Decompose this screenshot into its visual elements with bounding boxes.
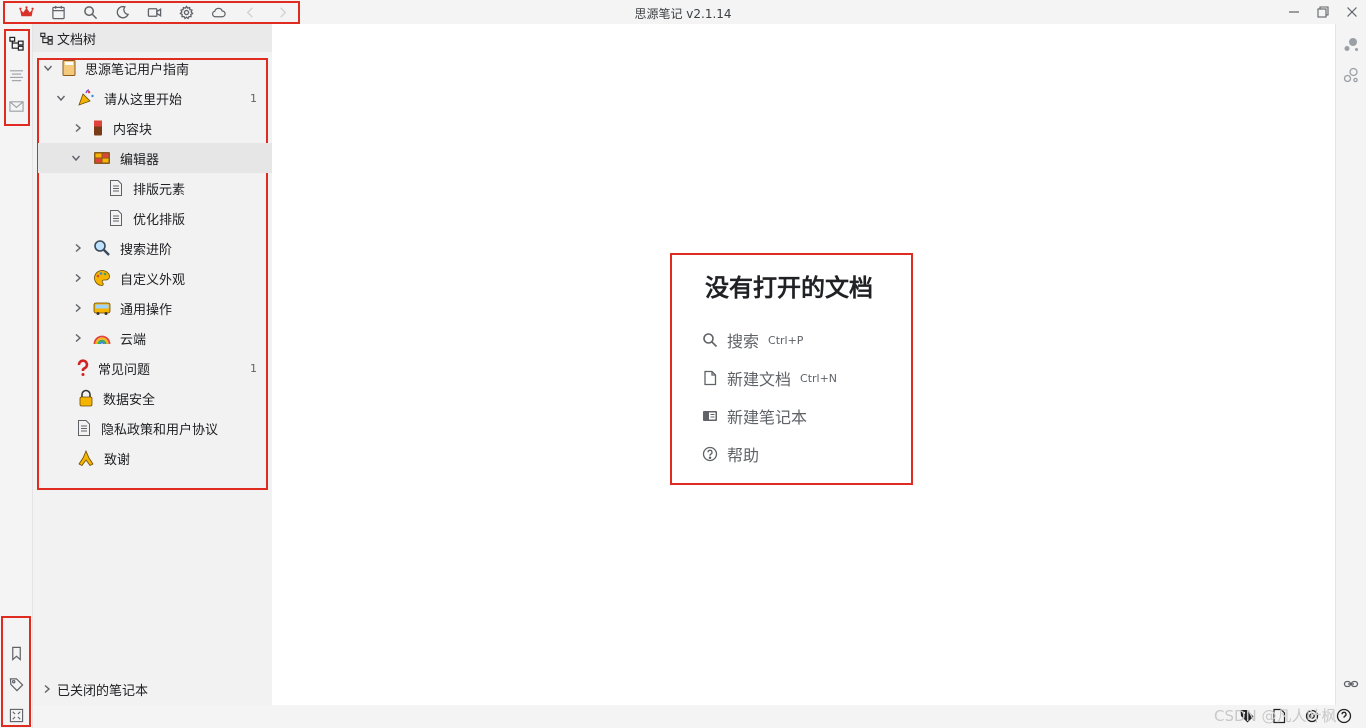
graph-view-icon[interactable] <box>1340 33 1362 55</box>
empty-state: 没有打开的文档 搜索 Ctrl+P 新建文档 Ctrl+N 新建笔记本 帮助 <box>670 253 913 485</box>
tree-item-label: 搜索进阶 <box>120 242 173 258</box>
panel-header: 文档树 <box>33 24 272 52</box>
minimize-icon[interactable] <box>1279 0 1308 24</box>
graph-icon[interactable] <box>5 704 27 726</box>
window-title: 思源笔记 v2.1.14 <box>634 7 732 21</box>
notebook-row[interactable]: 思源笔记用户指南 <box>38 53 272 83</box>
search-icon <box>703 333 718 348</box>
bus-icon <box>92 298 112 318</box>
chevron-right-icon[interactable] <box>72 242 84 254</box>
tree-item-label: 致谢 <box>104 452 131 468</box>
tag-icon[interactable] <box>5 673 27 695</box>
file-tree-header-icon <box>40 32 53 45</box>
tree-item[interactable]: 请从这里开始 1 <box>38 83 272 113</box>
notebook-label: 思源笔记用户指南 <box>85 62 190 78</box>
panel-title: 文档树 <box>57 32 97 48</box>
tree-item-label: 优化排版 <box>133 212 186 228</box>
inbox-icon[interactable] <box>5 95 27 117</box>
tree-item[interactable]: 排版元素 <box>38 173 272 203</box>
new-doc-action[interactable]: 新建文档 Ctrl+N <box>702 366 837 390</box>
right-dock <box>1335 24 1366 705</box>
file-tree-icon[interactable] <box>5 32 27 54</box>
backlink-icon[interactable] <box>1340 673 1362 695</box>
tree-item[interactable]: 隐私政策和用户协议 <box>38 413 272 443</box>
tree-item[interactable]: 致谢 <box>38 443 272 473</box>
help-action[interactable]: 帮助 <box>702 442 759 466</box>
chevron-right-icon[interactable] <box>72 122 84 134</box>
title-bar: 思源笔记 v2.1.14 <box>0 0 1366 24</box>
editor-area: 没有打开的文档 搜索 Ctrl+P 新建文档 Ctrl+N 新建笔记本 帮助 <box>272 24 1335 705</box>
chevron-right-icon[interactable] <box>42 684 52 694</box>
status-bar: CSDN @凡人叶枫 <box>33 705 1366 728</box>
palette-board-icon <box>92 148 112 168</box>
outline-icon[interactable] <box>5 64 27 86</box>
magnifier-icon <box>92 238 112 258</box>
action-label: 帮助 <box>727 446 760 465</box>
action-shortcut: Ctrl+N <box>800 371 838 385</box>
global-graph-icon[interactable] <box>1340 64 1362 86</box>
search-action[interactable]: 搜索 Ctrl+P <box>702 328 803 352</box>
help-status-icon[interactable] <box>1336 708 1352 724</box>
document-icon <box>106 178 126 198</box>
action-shortcut: Ctrl+P <box>768 333 804 347</box>
window-controls <box>1279 0 1366 24</box>
tree-item-label: 编辑器 <box>120 152 160 168</box>
tree-item-label: 请从这里开始 <box>104 92 183 108</box>
tree-item[interactable]: 云端 <box>38 323 272 353</box>
tree-item[interactable]: 常见问题 1 <box>38 353 272 383</box>
chevron-down-icon[interactable] <box>55 92 67 104</box>
chevron-right-icon[interactable] <box>72 272 84 284</box>
tree-item[interactable]: 自定义外观 <box>38 263 272 293</box>
chevron-right-icon[interactable] <box>72 302 84 314</box>
action-label: 搜索 <box>727 332 760 351</box>
tree-item[interactable]: 内容块 <box>38 113 272 143</box>
rainbow-icon <box>92 328 112 348</box>
bookmark-icon[interactable] <box>5 642 27 664</box>
tree-item[interactable]: 数据安全 <box>38 383 272 413</box>
party-popper-icon <box>76 88 96 108</box>
tree-item[interactable]: 通用操作 <box>38 293 272 323</box>
tree-item[interactable]: 编辑器 <box>38 143 272 173</box>
tree-item-count: 1 <box>250 361 257 375</box>
chocolate-icon <box>88 118 108 138</box>
tree-item-label: 数据安全 <box>103 392 156 408</box>
empty-state-title: 没有打开的文档 <box>705 274 873 302</box>
question-mark-icon <box>73 358 93 378</box>
notebook-icon <box>59 58 79 78</box>
new-document-icon <box>704 370 717 386</box>
tree-item-count: 1 <box>250 91 257 105</box>
palette-icon <box>92 268 112 288</box>
chevron-down-icon[interactable] <box>70 152 82 164</box>
action-label: 新建文档 <box>727 370 792 389</box>
file-tree-panel: 文档树 思源笔记用户指南 请从这里开始 1 内容块 编辑器 排版元素 优化排版 <box>33 24 272 705</box>
closed-notebooks-label: 已关闭的笔记本 <box>57 683 149 699</box>
closed-notebooks[interactable]: 已关闭的笔记本 <box>33 675 272 703</box>
tree-item-label: 通用操作 <box>120 302 173 318</box>
tree-item[interactable]: 优化排版 <box>38 203 272 233</box>
tree-item-label: 常见问题 <box>98 362 151 378</box>
notebook-icon <box>703 411 717 421</box>
tree-item-label: 自定义外观 <box>120 272 186 288</box>
action-label: 新建笔记本 <box>727 408 808 427</box>
document-icon <box>106 208 126 228</box>
tree-item-label: 内容块 <box>113 122 153 138</box>
new-notebook-action[interactable]: 新建笔记本 <box>702 404 807 428</box>
document-icon <box>74 418 94 438</box>
tree-item-label: 排版元素 <box>133 182 186 198</box>
left-dock <box>0 24 33 728</box>
chevron-right-icon[interactable] <box>72 332 84 344</box>
help-icon <box>702 446 718 462</box>
lock-icon <box>76 388 96 408</box>
restore-icon[interactable] <box>1308 0 1337 24</box>
tree-item-label: 云端 <box>120 332 147 348</box>
chevron-down-icon[interactable] <box>42 62 54 74</box>
close-icon[interactable] <box>1337 0 1366 24</box>
tree-item-label: 隐私政策和用户协议 <box>101 422 219 438</box>
pray-hands-icon <box>76 448 96 468</box>
tree-item[interactable]: 搜索进阶 <box>38 233 272 263</box>
watermark: CSDN @凡人叶枫 <box>1214 707 1337 725</box>
